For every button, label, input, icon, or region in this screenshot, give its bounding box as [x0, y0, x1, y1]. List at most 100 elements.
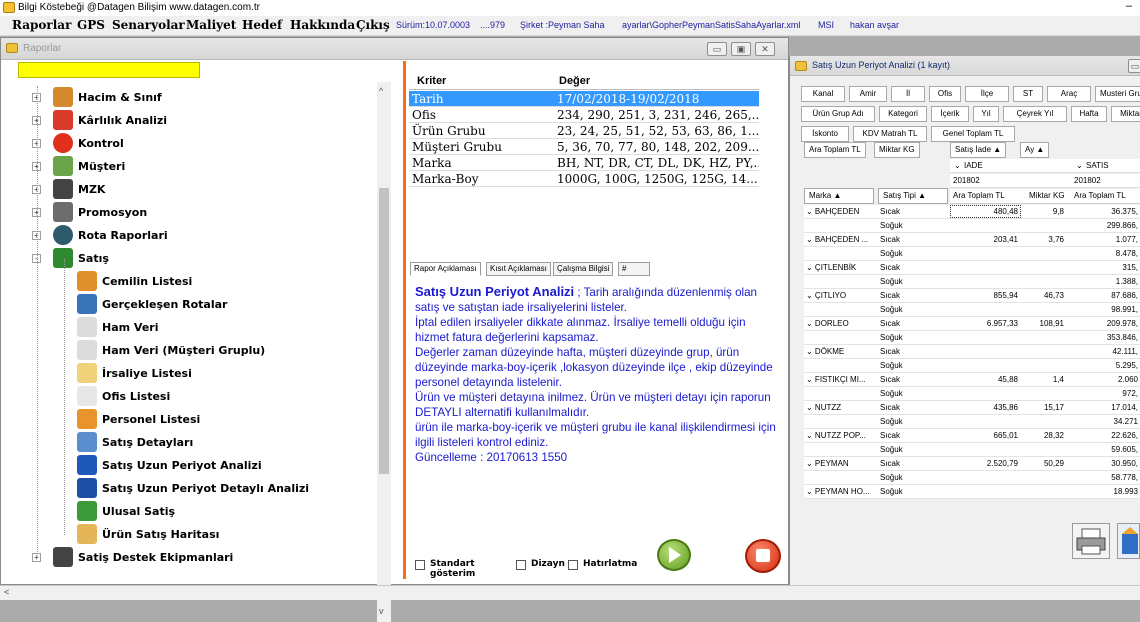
close-report-button[interactable]	[745, 539, 781, 573]
criteria-row[interactable]: Ürün Grubu 23, 24, 25, 51, 52, 53, 63, 86…	[409, 123, 759, 139]
globe-icon	[53, 225, 73, 245]
tab-rapor-aciklamasi[interactable]: Rapor Açıklaması	[410, 262, 481, 276]
pivot-row[interactable]: ⌄ PEYMAN HO... Soğuk 18.993	[804, 485, 1140, 499]
row-field-satis-tipi[interactable]: Satış Tipi ▲	[878, 188, 948, 204]
filter-field-button[interactable]: Çeyrek Yıl	[1003, 106, 1067, 122]
filter-field-button[interactable]: Hafta	[1071, 106, 1107, 122]
pivot-row[interactable]: Soğuk 98.991,	[804, 303, 1140, 317]
filter-field-button[interactable]: Kategori	[879, 106, 927, 122]
data-field-miktar-kg[interactable]: Miktar KG	[874, 142, 920, 158]
filter-field-button[interactable]: KDV Matrah TL	[853, 126, 927, 142]
scroll-down-icon[interactable]: v	[379, 606, 384, 616]
barrel-icon	[53, 87, 73, 107]
pivot-row[interactable]: ⌄ DÖKME Sıcak 42.111,	[804, 345, 1140, 359]
measure-header-iade-tl: Ara Toplam TL	[953, 191, 1005, 200]
data-field-ara-toplam[interactable]: Ara Toplam TL	[804, 142, 866, 158]
horizontal-scrollbar[interactable]: <	[0, 585, 1140, 600]
filter-field-button[interactable]: İçerik	[931, 106, 969, 122]
pivot-row[interactable]: Soğuk 972,	[804, 387, 1140, 401]
filter-field-button[interactable]: Ürün Grup Adı	[801, 106, 875, 122]
export-icon	[1122, 527, 1138, 554]
scroll-up-icon[interactable]: ^	[379, 86, 383, 96]
pivot-row[interactable]: Soğuk 353.846,	[804, 331, 1140, 345]
menu-hakkinda[interactable]: Hakkında	[290, 18, 355, 32]
window-restore-button[interactable]: ▣	[731, 42, 751, 56]
pivot-satis-tipi: Soğuk	[880, 487, 903, 496]
export-button[interactable]	[1117, 523, 1140, 559]
tab-calisma-bilgisi[interactable]: Çalışma Bilgisi	[553, 262, 614, 276]
pivot-row[interactable]: Soğuk 34.271	[804, 415, 1140, 429]
filter-field-button[interactable]: Kanal	[801, 86, 845, 102]
pivot-row[interactable]: Soğuk 299.866,	[804, 219, 1140, 233]
national-icon	[77, 501, 97, 521]
filter-field-button[interactable]: ST	[1013, 86, 1043, 102]
pivot-row[interactable]: ⌄ BAHÇEDEN ... Sıcak 203,41 3,76 1.077,	[804, 233, 1140, 247]
pivot-satis-tipi: Sıcak	[880, 459, 901, 468]
filter-field-button[interactable]: Miktar	[1111, 106, 1140, 122]
analysis-minimize-button[interactable]: ▭	[1128, 59, 1140, 73]
menu-senaryolar[interactable]: Senaryolar	[112, 18, 185, 32]
row-field-marka[interactable]: Marka ▲	[804, 188, 874, 204]
filter-field-button[interactable]: Musteri Grubu	[1095, 86, 1140, 102]
pivot-row[interactable]: Soğuk 5.295,	[804, 359, 1140, 373]
pivot-satis-tipi: Soğuk	[880, 249, 903, 258]
menu-raporlar[interactable]: Raporlar	[12, 18, 71, 32]
col-field-ay[interactable]: Ay ▲	[1020, 142, 1050, 158]
col-field-satis-iade[interactable]: Satış İade ▲	[950, 142, 1007, 158]
pivot-row[interactable]: ⌄ FISTIKÇI MI... Sıcak 45,88 1,4 2.060	[804, 373, 1140, 387]
pivot-row[interactable]: ⌄ NUTZZ POP... Sıcak 665,01 28,32 22.626,	[804, 429, 1140, 443]
pivot-satis-tl: 59.605,	[1111, 445, 1138, 454]
filter-field-button[interactable]: Amir	[849, 86, 887, 102]
pivot-marka: ⌄ ÇITLIYO	[806, 291, 847, 300]
tab-kisit-aciklamasi[interactable]: Kısıt Açıklaması	[486, 262, 551, 276]
pivot-iade-kg: 15,17	[1043, 403, 1064, 412]
filter-field-button[interactable]: Genel Toplam TL	[931, 126, 1015, 142]
pivot-row[interactable]: Soğuk 8.478,	[804, 247, 1140, 261]
criteria-row[interactable]: Tarih 17/02/2018-19/02/2018	[409, 91, 759, 107]
criteria-row[interactable]: Ofis 234, 290, 251, 3, 231, 246, 265,...	[409, 107, 759, 123]
col-group-satis-toggle[interactable]: ⌄	[1076, 159, 1083, 172]
pivot-row[interactable]: Soğuk 1.388,	[804, 275, 1140, 289]
filter-field-button[interactable]: İskonto	[801, 126, 849, 142]
filter-field-button[interactable]: Ofis	[929, 86, 961, 102]
pivot-marka: ⌄ PEYMAN HO...	[806, 487, 870, 496]
scroll-left-icon[interactable]: <	[4, 587, 9, 597]
col-group-iade-toggle[interactable]: ⌄	[954, 159, 961, 172]
criteria-row[interactable]: Müşteri Grubu 5, 36, 70, 77, 80, 148, 202…	[409, 139, 759, 155]
standart-gosterim-checkbox[interactable]	[415, 560, 425, 570]
filter-field-button[interactable]: İl	[891, 86, 925, 102]
pivot-row[interactable]: Soğuk 58.778,	[804, 471, 1140, 485]
pivot-row[interactable]: Soğuk 59.605,	[804, 443, 1140, 457]
filter-field-button[interactable]: Araç	[1047, 86, 1091, 102]
tab-hash[interactable]: #	[618, 262, 650, 276]
pivot-row[interactable]: ⌄ NUTZZ Sıcak 435,86 15,17 17.014,	[804, 401, 1140, 415]
pivot-row[interactable]: ⌄ PEYMAN Sıcak 2.520,79 50,29 30.950,	[804, 457, 1140, 471]
menu-cikis[interactable]: Çıkış	[356, 18, 390, 32]
staff-icon	[77, 409, 97, 429]
pivot-row[interactable]: ⌄ ÇITLENBİK Sıcak 315,	[804, 261, 1140, 275]
pivot-row[interactable]: ⌄ BAHÇEDEN Sıcak 480,48 9,8 36.375,	[804, 205, 1140, 219]
window-close-button[interactable]: ✕	[755, 42, 775, 56]
criteria-row[interactable]: Marka-Boy 1000G, 100G, 1250G, 125G, 14...	[409, 171, 759, 187]
measure-header-satis-tl: Ara Toplam TL	[1074, 191, 1126, 200]
filter-field-button[interactable]: Yıl	[973, 106, 999, 122]
hatirlatma-checkbox[interactable]	[568, 560, 578, 570]
pivot-iade-kg: 46,73	[1043, 291, 1064, 300]
print-button[interactable]	[1072, 523, 1110, 559]
pivot-row[interactable]: ⌄ DORLEO Sıcak 6.957,33 108,91 209.978,	[804, 317, 1140, 331]
pivot-row[interactable]: ⌄ ÇITLIYO Sıcak 855,94 46,73 87.686,	[804, 289, 1140, 303]
tree-scrollbar[interactable]: ^ v	[377, 82, 391, 622]
trend-chart-icon	[53, 110, 73, 130]
report-search-input[interactable]	[18, 62, 200, 78]
menu-gps[interactable]: GPS	[77, 18, 105, 32]
criteria-row[interactable]: Marka BH, NT, DR, CT, DL, DK, HZ, PY,...	[409, 155, 759, 171]
dizayn-checkbox[interactable]	[516, 560, 526, 570]
menu-maliyet[interactable]: Maliyet	[186, 18, 236, 32]
window-minimize-button[interactable]: ▭	[707, 42, 727, 56]
run-report-button[interactable]	[657, 539, 691, 571]
scroll-thumb[interactable]	[379, 188, 389, 474]
minimize-button[interactable]: –	[1126, 0, 1132, 12]
pivot-satis-tl: 1.077,	[1115, 235, 1138, 244]
menu-hedef[interactable]: Hedef	[242, 18, 282, 32]
filter-field-button[interactable]: İlçe	[965, 86, 1009, 102]
